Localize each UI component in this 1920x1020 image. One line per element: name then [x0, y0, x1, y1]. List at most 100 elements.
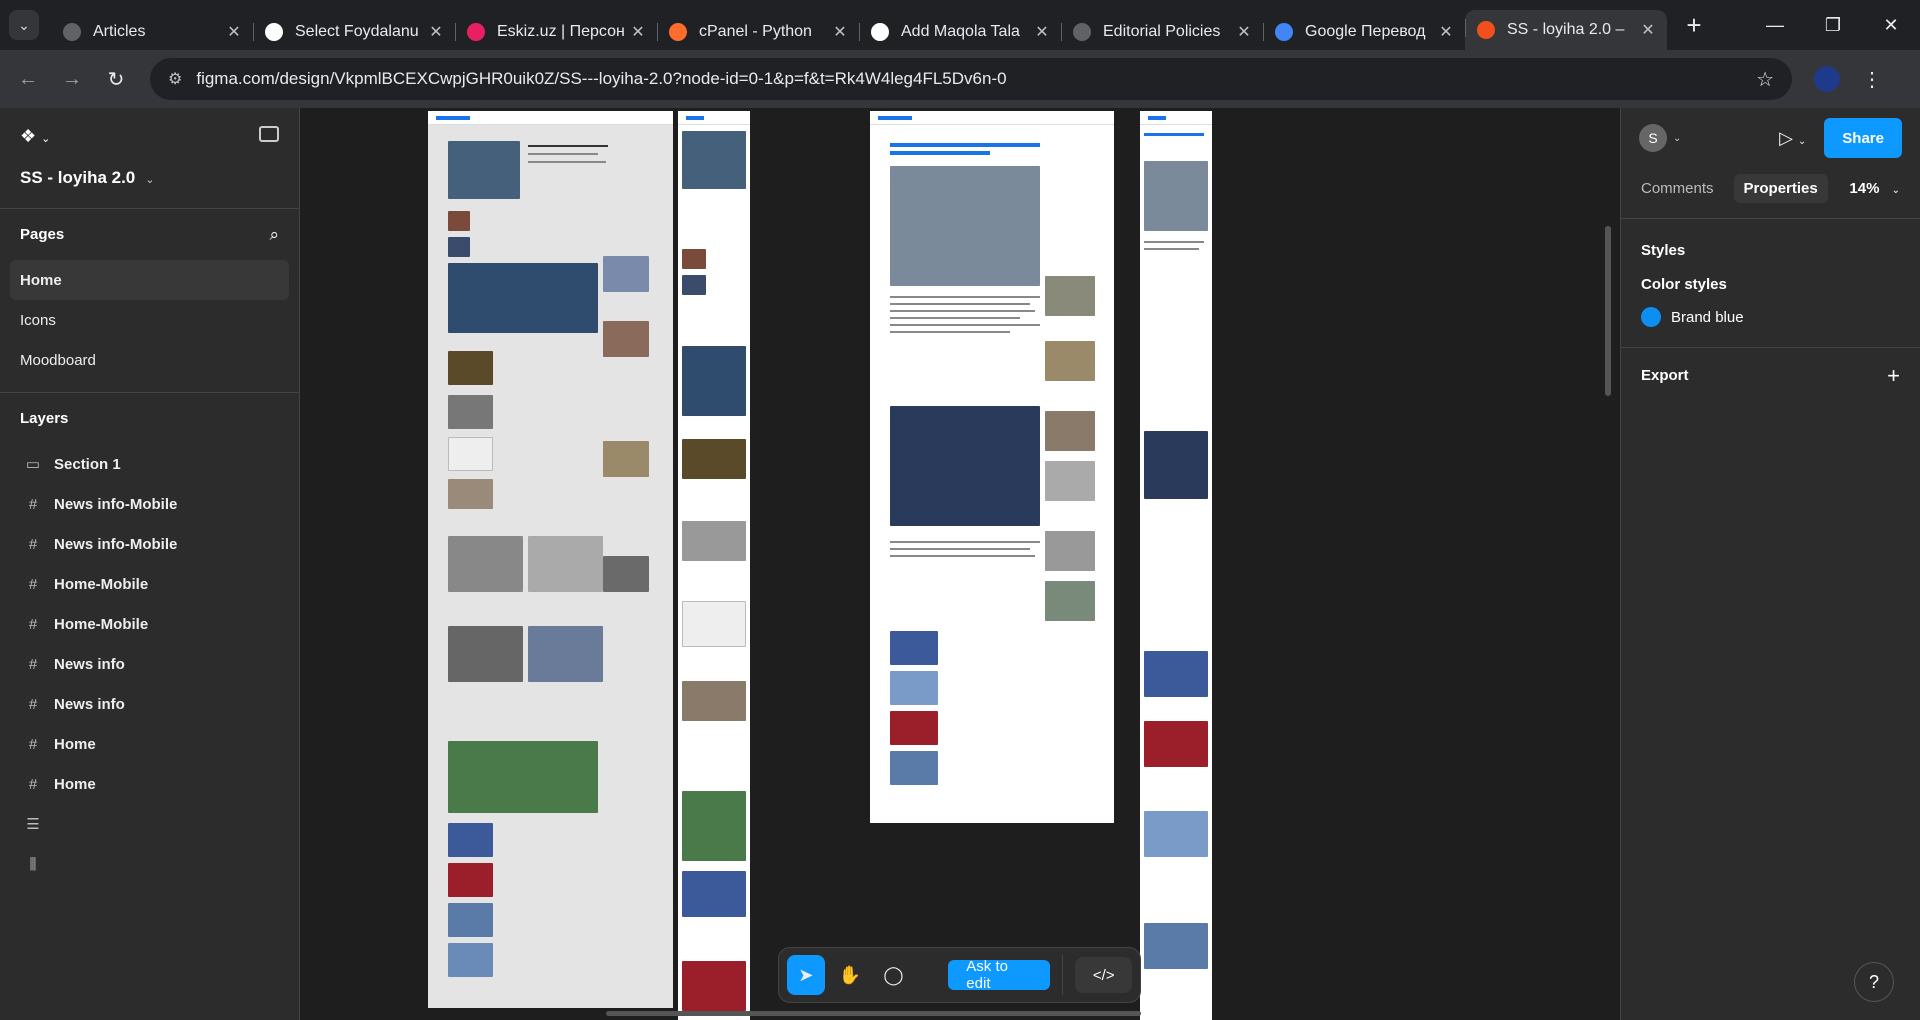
layer-item[interactable]: # News info: [0, 684, 299, 724]
toolbar-divider: [1062, 955, 1064, 995]
figma-icon: [1477, 21, 1495, 39]
page-item-moodboard[interactable]: Moodboard: [10, 340, 289, 380]
close-tab-icon[interactable]: ✕: [1033, 22, 1051, 42]
layer-name: News info: [54, 655, 125, 673]
translate-icon: [1275, 23, 1293, 41]
browser-tab[interactable]: Articles ✕: [51, 14, 253, 50]
window-controls: — ❐ ✕: [1746, 0, 1920, 50]
close-tab-icon[interactable]: ✕: [1437, 22, 1455, 42]
comment-tool-icon[interactable]: ◯: [875, 955, 913, 995]
tab-search-chevron-icon[interactable]: ⌄: [9, 10, 39, 40]
pages-header: Pages ⌕: [0, 208, 299, 260]
frame-home[interactable]: [428, 111, 673, 1008]
left-sidebar: ❖ ⌄ SS - loyiha 2.0 ⌄ Pages ⌕ Home Icons Mo…: [0, 108, 300, 1020]
layer-item[interactable]: # Home: [0, 764, 299, 804]
browser-tab[interactable]: SS - loyiha 2.0 – ✕: [1465, 10, 1667, 50]
figma-menu-icon[interactable]: ❖ ⌄: [20, 126, 50, 147]
browser-tab[interactable]: Google Перевод ✕: [1263, 14, 1465, 50]
project-title[interactable]: SS - loyiha 2.0 ⌄: [20, 168, 154, 188]
frame-news-info[interactable]: [870, 111, 1114, 823]
tab-comments[interactable]: Comments: [1631, 174, 1724, 203]
export-section: Export +: [1621, 347, 1920, 403]
zoom-level[interactable]: 14% ⌄: [1849, 180, 1900, 197]
layer-item[interactable]: # Home: [0, 724, 299, 764]
site-info-icon[interactable]: ⚙: [168, 69, 182, 89]
move-tool-icon[interactable]: ➤: [787, 955, 825, 995]
avatar[interactable]: S: [1639, 124, 1667, 152]
layer-item[interactable]: # News info-Mobile: [0, 484, 299, 524]
frame-news-info-mobile[interactable]: [1140, 111, 1212, 1020]
tab-properties[interactable]: Properties: [1733, 173, 1828, 203]
frame-icon: #: [28, 775, 38, 793]
browser-tab[interactable]: Select Foydalanu ✕: [253, 14, 455, 50]
close-tab-icon[interactable]: ✕: [1235, 22, 1253, 42]
search-icon[interactable]: ⌕: [269, 225, 279, 245]
right-sidebar: S ⌄ ▷ ⌄ Share Comments Properties 14% ⌄ …: [1620, 108, 1920, 1020]
frame-icon: #: [28, 655, 38, 673]
project-title-text: SS - loyiha 2.0: [20, 168, 136, 187]
pages-header-label: Pages: [20, 226, 65, 243]
cpanel-icon: [669, 23, 687, 41]
zoom-value: 14%: [1849, 179, 1880, 197]
page-item-icons[interactable]: Icons: [10, 300, 289, 340]
close-tab-icon[interactable]: ✕: [225, 22, 243, 42]
tab-title: Select Foydalanu: [295, 23, 419, 40]
layer-name: News info: [54, 695, 125, 713]
close-tab-icon[interactable]: ✕: [1639, 20, 1657, 40]
vertical-scrollbar[interactable]: [1605, 226, 1611, 396]
layer-item[interactable]: ☰: [0, 804, 299, 844]
add-export-icon[interactable]: +: [1887, 363, 1900, 389]
layer-name: Home-Mobile: [54, 615, 149, 633]
layer-item[interactable]: # News info: [0, 644, 299, 684]
bookmark-star-icon[interactable]: ☆: [1756, 67, 1774, 92]
layer-item[interactable]: ▭ Section 1: [0, 444, 299, 484]
tab-title: SS - loyiha 2.0 –: [1507, 21, 1625, 38]
page-item-home[interactable]: Home: [10, 260, 289, 300]
layer-item[interactable]: # Home-Mobile: [0, 564, 299, 604]
frame-home-mobile[interactable]: [678, 111, 750, 1020]
globe-icon: [63, 23, 81, 41]
panel-toggle-icon[interactable]: [259, 126, 279, 142]
cms-icon: [265, 23, 283, 41]
frame-icon: #: [28, 735, 38, 753]
browser-tab[interactable]: Add Maqola Tala ✕: [859, 14, 1061, 50]
eskiz-icon: [467, 23, 485, 41]
layer-name: Section 1: [54, 455, 121, 473]
design-canvas[interactable]: [301, 108, 1619, 1020]
tab-title: cPanel - Python: [699, 23, 812, 40]
browser-tab[interactable]: Eskiz.uz | Персон ✕: [455, 14, 657, 50]
minimize-icon[interactable]: —: [1746, 0, 1804, 50]
color-styles-header: Color styles: [1641, 275, 1727, 293]
browser-tab[interactable]: cPanel - Python ✕: [657, 14, 859, 50]
close-tab-icon[interactable]: ✕: [629, 22, 647, 42]
close-tab-icon[interactable]: ✕: [427, 22, 445, 42]
help-button[interactable]: ?: [1854, 962, 1894, 1002]
horizontal-scrollbar[interactable]: [606, 1011, 1141, 1016]
extension-icon[interactable]: [1814, 66, 1840, 92]
canvas-toolbar: ➤ ✋ ◯ Ask to edit </>: [778, 947, 1141, 1003]
tab-title: Editorial Policies: [1103, 23, 1221, 40]
browser-menu-icon[interactable]: ⋮: [1862, 67, 1882, 92]
layers-header-label: Layers: [20, 410, 69, 427]
address-bar[interactable]: ⚙ figma.com/design/VkpmlBCEXCwpjGHR0uik0…: [150, 58, 1792, 100]
restore-icon[interactable]: ❐: [1804, 0, 1862, 50]
layer-item[interactable]: # Home-Mobile: [0, 604, 299, 644]
close-window-icon[interactable]: ✕: [1862, 0, 1920, 50]
frame-icon: #: [28, 695, 38, 713]
new-tab-button[interactable]: +: [1679, 10, 1709, 41]
forward-icon[interactable]: →: [50, 68, 94, 91]
color-style-item[interactable]: Brand blue: [1621, 301, 1920, 333]
align-icon: ⫼: [29, 855, 37, 873]
close-tab-icon[interactable]: ✕: [831, 22, 849, 42]
back-icon[interactable]: ←: [6, 68, 50, 91]
layer-item[interactable]: # News info-Mobile: [0, 524, 299, 564]
dev-mode-code-icon[interactable]: </>: [1075, 957, 1132, 993]
browser-tab[interactable]: Editorial Policies ✕: [1061, 14, 1263, 50]
layer-item[interactable]: ⫼: [0, 844, 299, 884]
present-play-icon[interactable]: ▷ ⌄: [1779, 128, 1806, 149]
hand-tool-icon[interactable]: ✋: [831, 955, 869, 995]
ask-to-edit-button[interactable]: Ask to edit: [948, 958, 1051, 992]
reload-icon[interactable]: ↻: [94, 67, 138, 92]
share-button[interactable]: Share: [1824, 118, 1902, 158]
chevron-down-icon[interactable]: ⌄: [1673, 133, 1681, 144]
